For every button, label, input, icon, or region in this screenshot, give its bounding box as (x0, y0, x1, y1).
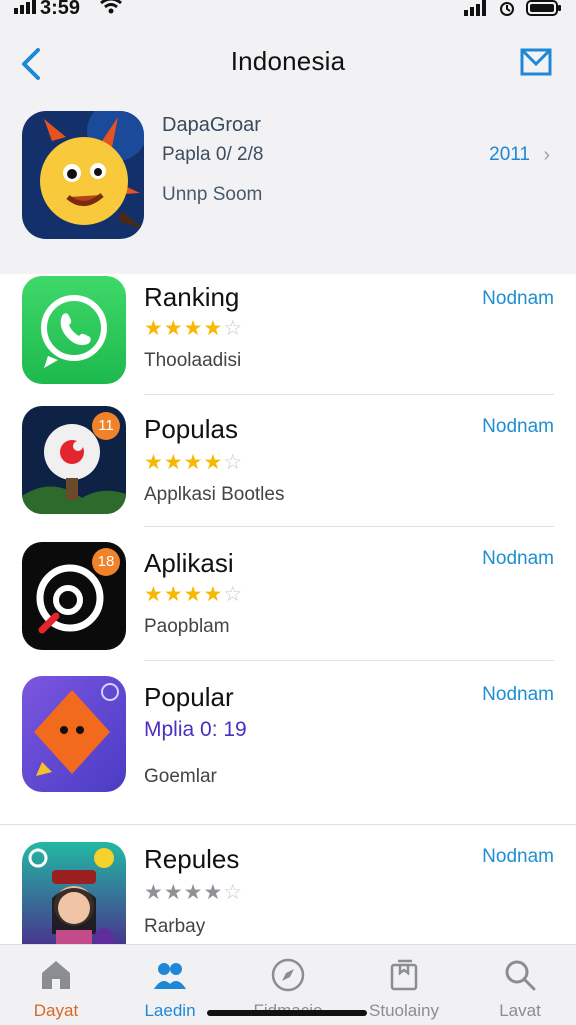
featured-app-name[interactable]: DapaGroar (162, 114, 261, 137)
get-button[interactable]: Nodnam (482, 548, 554, 570)
mail-icon (520, 48, 552, 76)
chevron-right-icon[interactable]: › (543, 144, 550, 167)
list-item[interactable]: Ranking ★★★★☆ Thoolaadisi Nodnam (0, 274, 576, 396)
app-subtitle: Applkasi Bootles (144, 484, 285, 505)
notification-badge: 18 (92, 548, 120, 576)
monster-icon (22, 111, 144, 239)
black-swirl-icon[interactable]: 18 (22, 542, 126, 650)
alarm-icon (498, 0, 516, 22)
featured-count-link[interactable]: 2011 (489, 144, 530, 166)
people-icon (154, 963, 186, 989)
app-name[interactable]: Popular (144, 682, 234, 713)
wifi-icon (99, 0, 122, 20)
divider (144, 660, 554, 661)
divider (0, 824, 576, 825)
rating-stars: ★★★★☆ (144, 881, 244, 904)
app-name[interactable]: Ranking (144, 282, 239, 313)
tab-label: Laedin (144, 1001, 196, 1020)
app-subtitle: Paopblam (144, 616, 230, 637)
clock-text: 3:59 (40, 0, 81, 19)
status-time: 3:59 (14, 0, 122, 20)
featured-app-subtitle: Papla 0/ 2/8 (162, 144, 264, 165)
header: Indonesia DapaGroar Papla 0/ 2/8 Unnp So… (0, 24, 576, 274)
status-bar: 3:59 (0, 0, 576, 24)
battery-icon (526, 0, 562, 22)
app-name[interactable]: Repules (144, 844, 239, 875)
rating-stars: ★★★★☆ (144, 451, 244, 474)
whatsapp-icon[interactable] (22, 276, 126, 384)
mail-button[interactable] (518, 44, 554, 78)
rating-text: Mplia 0: 19 (144, 718, 247, 741)
rating-stars: ★★★★☆ (144, 317, 244, 340)
page-title: Indonesia (230, 46, 346, 76)
get-button[interactable]: Nodnam (482, 684, 554, 706)
app-subtitle: Thoolaadisi (144, 350, 242, 371)
rating-stars: ★★★★☆ (144, 583, 244, 606)
get-button[interactable]: Nodnam (482, 288, 554, 310)
tab-stuolainy[interactable]: Stuolainy (354, 945, 454, 1025)
tab-dayat[interactable]: Dayat (6, 945, 106, 1025)
list-item[interactable]: 18 Aplikasi ★★★★☆ Paopblam Nodnam (0, 536, 576, 661)
tab-lavat[interactable]: Lavat (470, 945, 570, 1025)
app-name[interactable]: Populas (144, 414, 238, 445)
orange-diamond-icon[interactable] (22, 676, 126, 792)
search-icon (505, 960, 536, 991)
signal-icon (14, 0, 36, 20)
list-item[interactable]: Popular Mplia 0: 19 Goemlar Nodnam (0, 670, 576, 825)
featured-app-category: Unnp Soom (162, 184, 263, 205)
red-bubble-icon[interactable]: 11 (22, 406, 126, 514)
compass-icon (271, 958, 305, 992)
app-name[interactable]: Aplikasi (144, 548, 234, 579)
tab-laedin[interactable]: Laedin (120, 945, 220, 1025)
list-item[interactable]: Repules ★★★★☆ Rarbay Nodnam (0, 836, 576, 950)
notification-badge: 11 (92, 412, 120, 440)
stack-icon (390, 959, 418, 991)
portrait-icon[interactable] (22, 842, 126, 950)
divider (144, 394, 554, 395)
get-button[interactable]: Nodnam (482, 416, 554, 438)
tab-label: Dayat (33, 1001, 79, 1020)
cellular-icon (464, 0, 488, 21)
app-subtitle: Goemlar (144, 766, 217, 787)
tab-label: Lavat (499, 1001, 541, 1020)
home-indicator[interactable] (207, 1010, 367, 1016)
divider (144, 526, 554, 527)
get-button[interactable]: Nodnam (482, 846, 554, 868)
tab-label: Stuolainy (369, 1001, 439, 1020)
featured-app-icon[interactable] (22, 111, 144, 239)
list-item[interactable]: 11 Populas ★★★★☆ Applkasi Bootles Nodnam (0, 404, 576, 528)
home-icon (42, 961, 70, 989)
app-subtitle: Rarbay (144, 916, 206, 937)
